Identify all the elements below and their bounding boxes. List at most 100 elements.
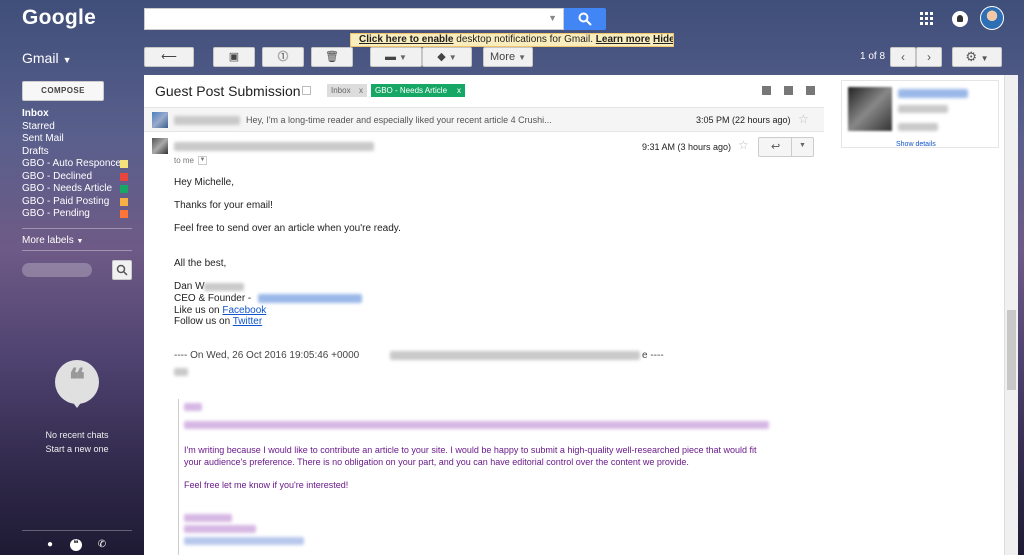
newer-button[interactable]: ‹ xyxy=(890,47,916,67)
sidebar-item-gbo-pending[interactable]: GBO - Pending xyxy=(22,208,132,221)
sender-avatar xyxy=(152,112,168,128)
enable-notifications-link[interactable]: Click here to enable xyxy=(359,34,453,45)
label-color-swatch[interactable] xyxy=(120,172,128,181)
important-marker-icon[interactable] xyxy=(302,86,311,95)
gmail-menu[interactable]: Gmail ▼ xyxy=(22,50,71,66)
download-icon[interactable] xyxy=(762,86,771,95)
sidebar-item-starred[interactable]: Starred xyxy=(22,121,132,134)
delete-button[interactable]: 🗑 xyxy=(311,47,353,67)
redacted-text xyxy=(184,514,232,522)
sidebar-item-gbo-paid-posting[interactable]: GBO - Paid Posting xyxy=(22,196,132,209)
notify-text: desktop notifications for Gmail. xyxy=(456,34,593,45)
hangouts-search-button[interactable] xyxy=(112,260,132,280)
sidebar-item-inbox[interactable]: Inbox xyxy=(22,108,132,121)
labels-button[interactable]: ◆ ▼ xyxy=(422,47,472,67)
sidebar-item-drafts[interactable]: Drafts xyxy=(22,146,132,159)
reply-button[interactable]: ↩ ▼ xyxy=(758,137,814,157)
sign-off: All the best, xyxy=(174,258,227,269)
search-icon xyxy=(116,264,128,276)
redacted-text xyxy=(204,283,244,291)
contacts-icon[interactable]: ● xyxy=(44,539,56,551)
message-time: 3:05 PM (22 hours ago) xyxy=(696,115,791,125)
hangouts-user-name[interactable] xyxy=(22,263,92,277)
start-new-chat-link[interactable]: Start a new one xyxy=(22,442,132,456)
back-button[interactable]: ⟵ xyxy=(144,47,194,67)
learn-more-link[interactable]: Learn more xyxy=(596,34,650,45)
redacted-link[interactable] xyxy=(258,294,362,303)
contact-name-redacted[interactable] xyxy=(898,89,968,98)
divider xyxy=(22,250,132,251)
sender-name-redacted xyxy=(174,116,240,125)
remove-label-icon[interactable]: x xyxy=(359,84,363,97)
show-details-link[interactable]: Show details xyxy=(896,141,936,148)
more-labels-link[interactable]: More labels ▼ xyxy=(22,235,83,246)
search-button[interactable] xyxy=(564,8,606,30)
thread-label-inbox[interactable]: Inbox x xyxy=(327,84,367,97)
scrollbar-thumb[interactable] xyxy=(1007,310,1016,390)
archive-button[interactable]: ▣ xyxy=(213,47,255,67)
search-icon xyxy=(578,12,592,26)
older-button[interactable]: › xyxy=(916,47,942,67)
quoted-line: Feel free let me know if you're interest… xyxy=(184,480,349,490)
search-options-icon[interactable]: ▼ xyxy=(548,13,557,23)
sidebar-item-sent-mail[interactable]: Sent Mail xyxy=(22,133,132,146)
gmail-label: Gmail xyxy=(22,50,59,66)
page-count: 1 of 8 xyxy=(860,51,886,62)
star-icon[interactable]: ☆ xyxy=(798,112,809,126)
more-label: More xyxy=(490,51,516,63)
redacted-text xyxy=(184,537,304,545)
chevron-down-icon[interactable]: ▼ xyxy=(198,156,208,166)
print-icon[interactable] xyxy=(784,86,793,95)
signature-facebook: Like us on Facebook xyxy=(174,305,267,316)
greeting: Hey Michelle, xyxy=(174,177,235,188)
google-logo[interactable]: Google xyxy=(22,6,96,30)
new-window-icon[interactable] xyxy=(806,86,815,95)
recipient-line[interactable]: to me ▼ xyxy=(174,156,208,166)
more-button[interactable]: More ▼ xyxy=(483,47,533,67)
hide-link[interactable]: Hide xyxy=(653,34,673,45)
notifications-icon[interactable] xyxy=(952,11,968,27)
thread-label-gbo-needs-article[interactable]: GBO - Needs Article x xyxy=(371,84,465,97)
no-chats-message: No recent chats Start a new one xyxy=(22,428,132,456)
chevron-down-icon: ▼ xyxy=(76,238,84,245)
quoted-line: your audience's preference. There is no … xyxy=(184,457,689,467)
collapsed-message[interactable]: Hey, I'm a long-time reader and especial… xyxy=(144,107,824,132)
quote-header-end: e ---- xyxy=(642,350,664,361)
sidebar-item-gbo-declined[interactable]: GBO - Declined xyxy=(22,171,132,184)
signature-twitter: Follow us on Twitter xyxy=(174,316,263,327)
label-color-swatch[interactable] xyxy=(120,210,128,218)
message-time: 9:31 AM (3 hours ago) xyxy=(642,142,732,152)
scrollbar[interactable] xyxy=(1004,75,1018,555)
redacted-text xyxy=(184,403,202,411)
search-input[interactable]: ▼ xyxy=(144,8,564,30)
remove-label-icon[interactable]: x xyxy=(457,84,461,97)
facebook-link[interactable]: Facebook xyxy=(222,305,266,316)
twitter-link[interactable]: Twitter xyxy=(233,316,262,327)
divider xyxy=(22,228,132,229)
compose-button[interactable]: COMPOSE xyxy=(22,81,104,101)
signature-title: CEO & Founder - xyxy=(174,293,252,304)
hangouts-icon: ❝ xyxy=(55,360,99,408)
sidebar-item-gbo-needs-article[interactable]: GBO - Needs Article xyxy=(22,183,132,196)
label-color-swatch[interactable] xyxy=(120,197,128,206)
thread-subject: Guest Post Submission xyxy=(155,83,301,99)
sidebar-item-gbo-auto-responce[interactable]: GBO - Auto Responce xyxy=(22,158,132,171)
settings-button[interactable]: ⚙ ▼ xyxy=(952,47,1002,67)
star-icon[interactable]: ☆ xyxy=(738,138,749,152)
apps-icon[interactable] xyxy=(920,12,934,26)
redacted-text xyxy=(898,123,938,131)
move-to-button[interactable]: ▬ ▼ xyxy=(370,47,422,67)
redacted-text xyxy=(390,351,640,360)
account-avatar[interactable] xyxy=(980,6,1004,30)
contact-photo xyxy=(848,87,892,131)
label-color-swatch[interactable] xyxy=(120,160,128,168)
report-spam-button[interactable]: ⓵ xyxy=(262,47,304,67)
sender-name-redacted xyxy=(174,142,374,151)
hangouts-tab-icon[interactable]: ❝ xyxy=(70,539,82,551)
phone-icon[interactable]: ✆ xyxy=(96,539,108,551)
sender-avatar xyxy=(152,138,168,154)
reply-options-icon[interactable]: ▼ xyxy=(799,142,806,149)
label-color-swatch[interactable] xyxy=(120,185,128,193)
redacted-text xyxy=(184,525,256,533)
divider xyxy=(791,138,792,156)
